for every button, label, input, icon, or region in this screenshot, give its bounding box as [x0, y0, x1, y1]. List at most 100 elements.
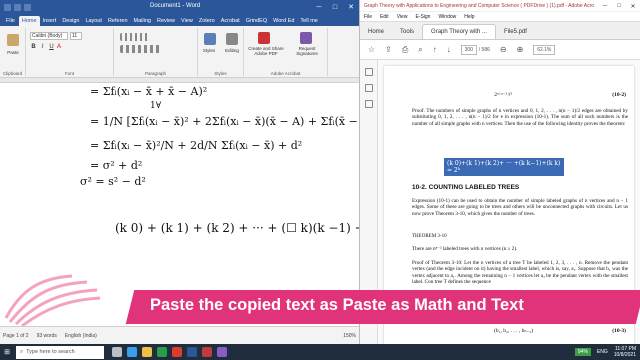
zoom-out-icon[interactable]: ⊖ [500, 45, 507, 54]
clock-date: 10/8/2021 [613, 352, 636, 358]
styles-group: Styles Editing Styles [198, 28, 244, 76]
tab-home[interactable]: Home [360, 25, 392, 39]
font-size-box[interactable]: 11 [70, 32, 82, 40]
language-indicator[interactable]: ENG [597, 349, 608, 355]
tab-file[interactable]: File [2, 16, 19, 26]
italic-icon[interactable]: I [39, 44, 46, 50]
menu-file[interactable]: File [364, 14, 372, 20]
word-status-bar: Page 1 of 2 93 words English (India) 150… [0, 326, 359, 344]
page-number-input[interactable]: 300 [460, 44, 477, 55]
adobe-acrobat-group: Create and Share Adobe PDF Request Signa… [244, 28, 328, 76]
tab-acrobat[interactable]: Acrobat [218, 16, 243, 26]
zoom-level[interactable]: 150% [343, 333, 356, 339]
acrobat-icon[interactable] [202, 347, 212, 357]
system-tray: 94% ENG 11:07 PM 10/8/2021 [574, 346, 640, 358]
tell-me-search[interactable]: Tell me [297, 16, 320, 26]
tab-mailings[interactable]: Mailing [131, 16, 154, 26]
chrome-icon[interactable] [172, 347, 182, 357]
styles-group-label: Styles [214, 71, 227, 76]
menu-edit[interactable]: Edit [380, 14, 389, 20]
styles-icon[interactable] [204, 33, 216, 45]
taskbar-search-placeholder: Type here to search [26, 349, 75, 355]
zoom-in-icon[interactable]: ⊕ [517, 45, 524, 54]
equation-10-3-number: (10-3) [612, 328, 626, 334]
language-status[interactable]: English (India) [65, 333, 97, 339]
save-icon[interactable] [4, 3, 11, 11]
tab-view[interactable]: View [178, 16, 196, 26]
clipboard-group: Paste Clipboard [0, 28, 26, 76]
app-icon[interactable] [217, 347, 227, 357]
math-line-4: = Σfᵢ(xᵢ − x̄)²/N + 2d/N Σfᵢ(xᵢ − x̄) + … [90, 139, 303, 152]
pdf-paragraph-1: Proof. The numbers of simple graphs of n… [412, 108, 628, 127]
paste-icon[interactable] [7, 34, 19, 46]
print-icon[interactable]: ⎙ [402, 45, 408, 55]
list-icons[interactable] [120, 33, 150, 41]
pen-scribble-decoration [4, 274, 101, 326]
close-button[interactable]: ✕ [343, 0, 359, 14]
word-title-bar: Document1 - Word ─ □ ✕ [0, 0, 359, 14]
binomial-sum-equation: (k 0) + (k 1) + (k 2) + ··· + (☐ k)(k −1… [115, 221, 359, 235]
attachments-icon[interactable] [364, 100, 373, 108]
tab-file5[interactable]: File5.pdf [496, 25, 535, 39]
page-thumbnails-icon[interactable] [364, 68, 373, 76]
redo-icon[interactable] [24, 3, 31, 11]
excel-icon[interactable] [157, 347, 167, 357]
tab-home[interactable]: Home [18, 16, 40, 26]
upload-icon[interactable]: ⇪ [385, 45, 392, 54]
acrobat-maximize-button[interactable]: □ [612, 0, 626, 12]
menu-esign[interactable]: E-Sign [415, 14, 430, 20]
maximize-button[interactable]: □ [327, 0, 343, 14]
acrobat-close-button[interactable]: ✕ [626, 0, 640, 12]
page-count[interactable]: Page 1 of 2 [3, 333, 29, 339]
tab-references[interactable]: Referen [105, 16, 131, 26]
word-icon[interactable] [187, 347, 197, 357]
undo-icon[interactable] [14, 3, 21, 11]
battery-indicator[interactable]: 94% [574, 348, 591, 356]
align-icons[interactable] [120, 45, 160, 53]
desktop: Document1 - Word ─ □ ✕ File Home Insert … [0, 0, 640, 360]
menu-help[interactable]: Help [464, 14, 474, 20]
format-buttons: B I U A [30, 44, 61, 50]
task-view-icon[interactable] [112, 347, 122, 357]
tab-review[interactable]: Review [154, 16, 178, 26]
highlighted-equation[interactable]: (k 0)+(k 1)+(k 2)+ ··· +(k k−1)+(k k) = … [444, 158, 564, 176]
zoom-input[interactable]: 62.1% [533, 44, 556, 55]
underline-icon[interactable]: U [48, 44, 55, 50]
acrobat-minimize-button[interactable]: ─ [598, 0, 612, 12]
tab-insert[interactable]: Insert [40, 16, 60, 26]
tab-graph-theory[interactable]: Graph Theory with ... [422, 24, 496, 39]
equation-10-2-number: (10-2) [612, 92, 626, 98]
windows-start-icon[interactable]: ⊞ [0, 344, 14, 360]
file-explorer-icon[interactable] [142, 347, 152, 357]
tab-grindeq[interactable]: GrindEQ [243, 16, 270, 26]
clipboard-group-label: Clipboard [2, 71, 23, 76]
bookmarks-icon[interactable] [364, 84, 373, 92]
pdf-paragraph-3: Proof of Theorem 3-10: Let the n vertice… [412, 260, 628, 286]
minimize-button[interactable]: ─ [311, 0, 327, 14]
bookmark-star-icon[interactable]: ☆ [368, 45, 375, 54]
editing-icon[interactable] [226, 33, 238, 45]
menu-view[interactable]: View [397, 14, 408, 20]
tab-word-ed[interactable]: Word Ed [270, 16, 297, 26]
next-page-icon[interactable]: ↓ [447, 45, 451, 54]
create-share-label: Create and Share Adobe PDF [248, 46, 284, 56]
tab-layout[interactable]: Layout [82, 16, 105, 26]
tab-design[interactable]: Design [59, 16, 82, 26]
prev-page-icon[interactable]: ↑ [433, 45, 437, 54]
tab-tools[interactable]: Tools [392, 25, 422, 39]
create-pdf-icon[interactable] [258, 32, 270, 44]
request-signatures-icon[interactable] [300, 32, 312, 44]
tab-zotero[interactable]: Zotero [196, 16, 218, 26]
word-window-controls: ─ □ ✕ [311, 0, 359, 14]
edge-icon[interactable] [127, 347, 137, 357]
menu-window[interactable]: Window [438, 14, 456, 20]
windows-taskbar: ⊞ ⌕ Type here to search 94% ENG 11:07 PM… [0, 344, 640, 360]
taskbar-search-input[interactable]: ⌕ Type here to search [16, 345, 104, 359]
font-name-box[interactable]: Calibri (Body) [30, 32, 68, 40]
font-color-icon[interactable]: A [57, 44, 61, 50]
word-count[interactable]: 93 words [37, 333, 57, 339]
clock[interactable]: 11:07 PM 10/8/2021 [614, 346, 636, 358]
bold-icon[interactable]: B [30, 44, 37, 50]
search-icon[interactable]: ⌕ [418, 45, 422, 55]
search-icon: ⌕ [20, 348, 24, 355]
